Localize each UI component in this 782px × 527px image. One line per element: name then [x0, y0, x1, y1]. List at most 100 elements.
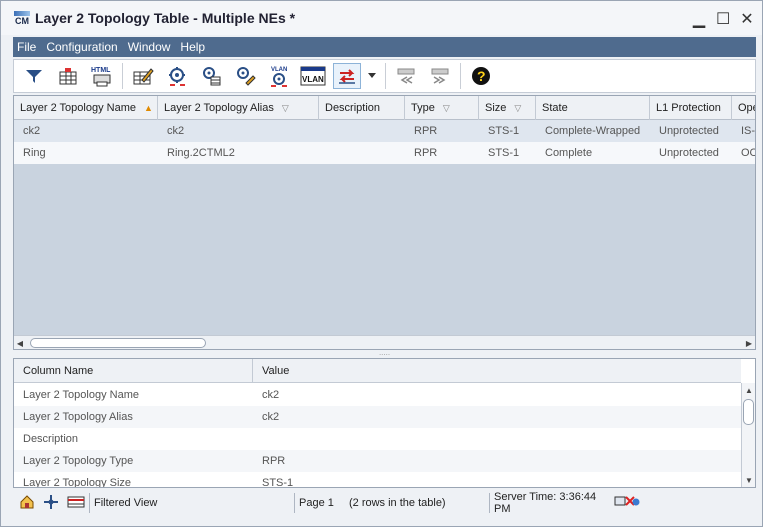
- connection-status-icon: [614, 494, 640, 513]
- scroll-up-icon[interactable]: ▲: [743, 383, 755, 397]
- column-header-l1-protection[interactable]: L1 Protection: [650, 96, 732, 120]
- cell-description: [319, 142, 405, 164]
- html-report-icon[interactable]: HTML: [88, 63, 116, 89]
- detail-key: Layer 2 Topology Type: [23, 455, 134, 467]
- route-toggle-icon[interactable]: [333, 63, 361, 89]
- table-row[interactable]: ck2 ck2 RPR STS-1 Complete-Wrapped Unpro…: [14, 120, 756, 142]
- menu-bar: File Configuration Window Help: [13, 37, 756, 57]
- html-label: HTML: [91, 67, 111, 74]
- help-label: ?: [477, 68, 486, 84]
- table-row[interactable]: Ring Ring.2CTML2 RPR STS-1 Complete Unpr…: [14, 142, 756, 164]
- app-icon-text: CM: [15, 15, 29, 26]
- filtered-view-label: Filtered View: [94, 497, 158, 509]
- vlan-label: VLAN: [302, 75, 324, 84]
- cell-name: Ring: [23, 147, 46, 159]
- menu-configuration[interactable]: Configuration: [46, 40, 117, 54]
- vertical-scrollbar[interactable]: ▲ ▼: [741, 383, 755, 487]
- detail-value: ck2: [262, 411, 280, 423]
- menu-window[interactable]: Window: [128, 40, 171, 54]
- server-time: Server Time: 3:36:44 PM: [494, 491, 597, 515]
- topology-table: Layer 2 Topology Name ▲ Layer 2 Topology …: [13, 95, 756, 350]
- detail-row[interactable]: Layer 2 Topology Alias ck2: [14, 406, 741, 428]
- column-header-name[interactable]: Layer 2 Topology Name ▲: [14, 96, 158, 120]
- circuit-table-icon[interactable]: [197, 63, 225, 89]
- edit-table-icon[interactable]: [129, 63, 157, 89]
- cell-size: STS-1: [488, 147, 520, 159]
- cell-operational: IS-: [741, 125, 756, 137]
- cell-alias: ck2: [167, 125, 185, 137]
- scroll-thumb[interactable]: [30, 338, 206, 348]
- cell-state: Complete-Wrapped: [545, 125, 641, 137]
- column-header-alias[interactable]: Layer 2 Topology Alias ▽: [158, 96, 319, 120]
- window-title: Layer 2 Topology Table - Multiple NEs *: [35, 10, 296, 26]
- horizontal-scrollbar[interactable]: ◀ ▶: [14, 335, 755, 349]
- toolbar-separator: [460, 63, 461, 89]
- filter-icon[interactable]: [20, 63, 48, 89]
- cell-state: Complete: [545, 147, 593, 159]
- detail-value: ck2: [262, 389, 280, 401]
- cell-description: [319, 120, 405, 142]
- menu-help[interactable]: Help: [180, 40, 205, 54]
- detail-value: STS-1: [262, 477, 294, 488]
- close-icon[interactable]: ✕: [740, 9, 754, 29]
- vlan-icon[interactable]: VLAN: [299, 63, 327, 89]
- scroll-left-icon[interactable]: ◀: [14, 336, 26, 349]
- scroll-right-icon[interactable]: ▶: [743, 336, 755, 349]
- chevron-down-icon[interactable]: [367, 63, 377, 89]
- main-window: CM Layer 2 Topology Table - Multiple NEs…: [0, 0, 763, 527]
- detail-key: Layer 2 Topology Size: [23, 477, 132, 488]
- detail-table: Column Name Value Layer 2 Topology Name …: [13, 358, 756, 488]
- circuit-edit-icon[interactable]: [231, 63, 259, 89]
- previous-page-icon[interactable]: [392, 63, 420, 89]
- next-page-icon[interactable]: [426, 63, 454, 89]
- toolbar-separator: [385, 63, 386, 89]
- cell-alias: Ring.2CTML2: [167, 147, 235, 159]
- network-icon[interactable]: [43, 494, 59, 513]
- cell-operational: OC: [741, 147, 756, 159]
- sort-ascending-icon: ▲: [143, 103, 153, 113]
- detail-row[interactable]: Layer 2 Topology Size STS-1: [14, 472, 741, 488]
- home-icon[interactable]: [19, 494, 35, 513]
- scroll-thumb[interactable]: [743, 399, 754, 425]
- status-separator: [489, 493, 490, 513]
- app-icon: CM: [13, 9, 31, 27]
- column-header-state[interactable]: State: [536, 96, 650, 120]
- detail-key: Layer 2 Topology Name: [23, 389, 139, 401]
- column-header-size[interactable]: Size ▽: [479, 96, 536, 120]
- status-separator: [89, 493, 90, 513]
- detail-value: RPR: [262, 455, 286, 467]
- splitter-grip: .....: [378, 348, 391, 357]
- menu-file[interactable]: File: [17, 40, 36, 54]
- detail-key: Description: [23, 433, 79, 445]
- column-header-operational[interactable]: Ope: [732, 96, 755, 120]
- sort-descending-icon: ▽: [514, 102, 522, 113]
- help-icon[interactable]: ?: [467, 63, 495, 89]
- detail-row[interactable]: Layer 2 Topology Name ck2: [14, 384, 741, 406]
- filter-status-icon[interactable]: [67, 495, 85, 512]
- sort-descending-icon: ▽: [442, 102, 450, 113]
- toolbar: HTML VLAN VLAN ?: [13, 59, 756, 93]
- detail-column-name-header[interactable]: Column Name: [14, 359, 253, 383]
- column-header-description[interactable]: Description: [319, 96, 405, 120]
- title-bar[interactable]: CM Layer 2 Topology Table - Multiple NEs…: [1, 1, 762, 35]
- page-indicator: Page 1: [299, 497, 334, 509]
- detail-header: Column Name Value: [14, 359, 741, 383]
- toolbar-separator: [122, 63, 123, 89]
- row-count: (2 rows in the table): [349, 497, 446, 509]
- column-header-type[interactable]: Type ▽: [405, 96, 479, 120]
- vlan-circuit-icon[interactable]: VLAN: [265, 63, 293, 89]
- detail-row[interactable]: Description: [14, 428, 741, 450]
- scroll-down-icon[interactable]: ▼: [743, 473, 755, 487]
- detail-key: Layer 2 Topology Alias: [23, 411, 133, 423]
- circuit-add-icon[interactable]: [163, 63, 191, 89]
- maximize-icon[interactable]: ☐: [716, 9, 730, 29]
- split-pane-divider[interactable]: .....: [13, 348, 756, 358]
- minimize-icon[interactable]: ▁: [692, 9, 706, 29]
- table-export-icon[interactable]: [54, 63, 82, 89]
- detail-value: [253, 428, 741, 450]
- detail-column-value-header[interactable]: Value: [253, 359, 741, 383]
- vlan-small-label: VLAN: [271, 67, 287, 73]
- status-separator: [294, 493, 295, 513]
- cell-size: STS-1: [488, 125, 520, 137]
- detail-row[interactable]: Layer 2 Topology Type RPR: [14, 450, 741, 472]
